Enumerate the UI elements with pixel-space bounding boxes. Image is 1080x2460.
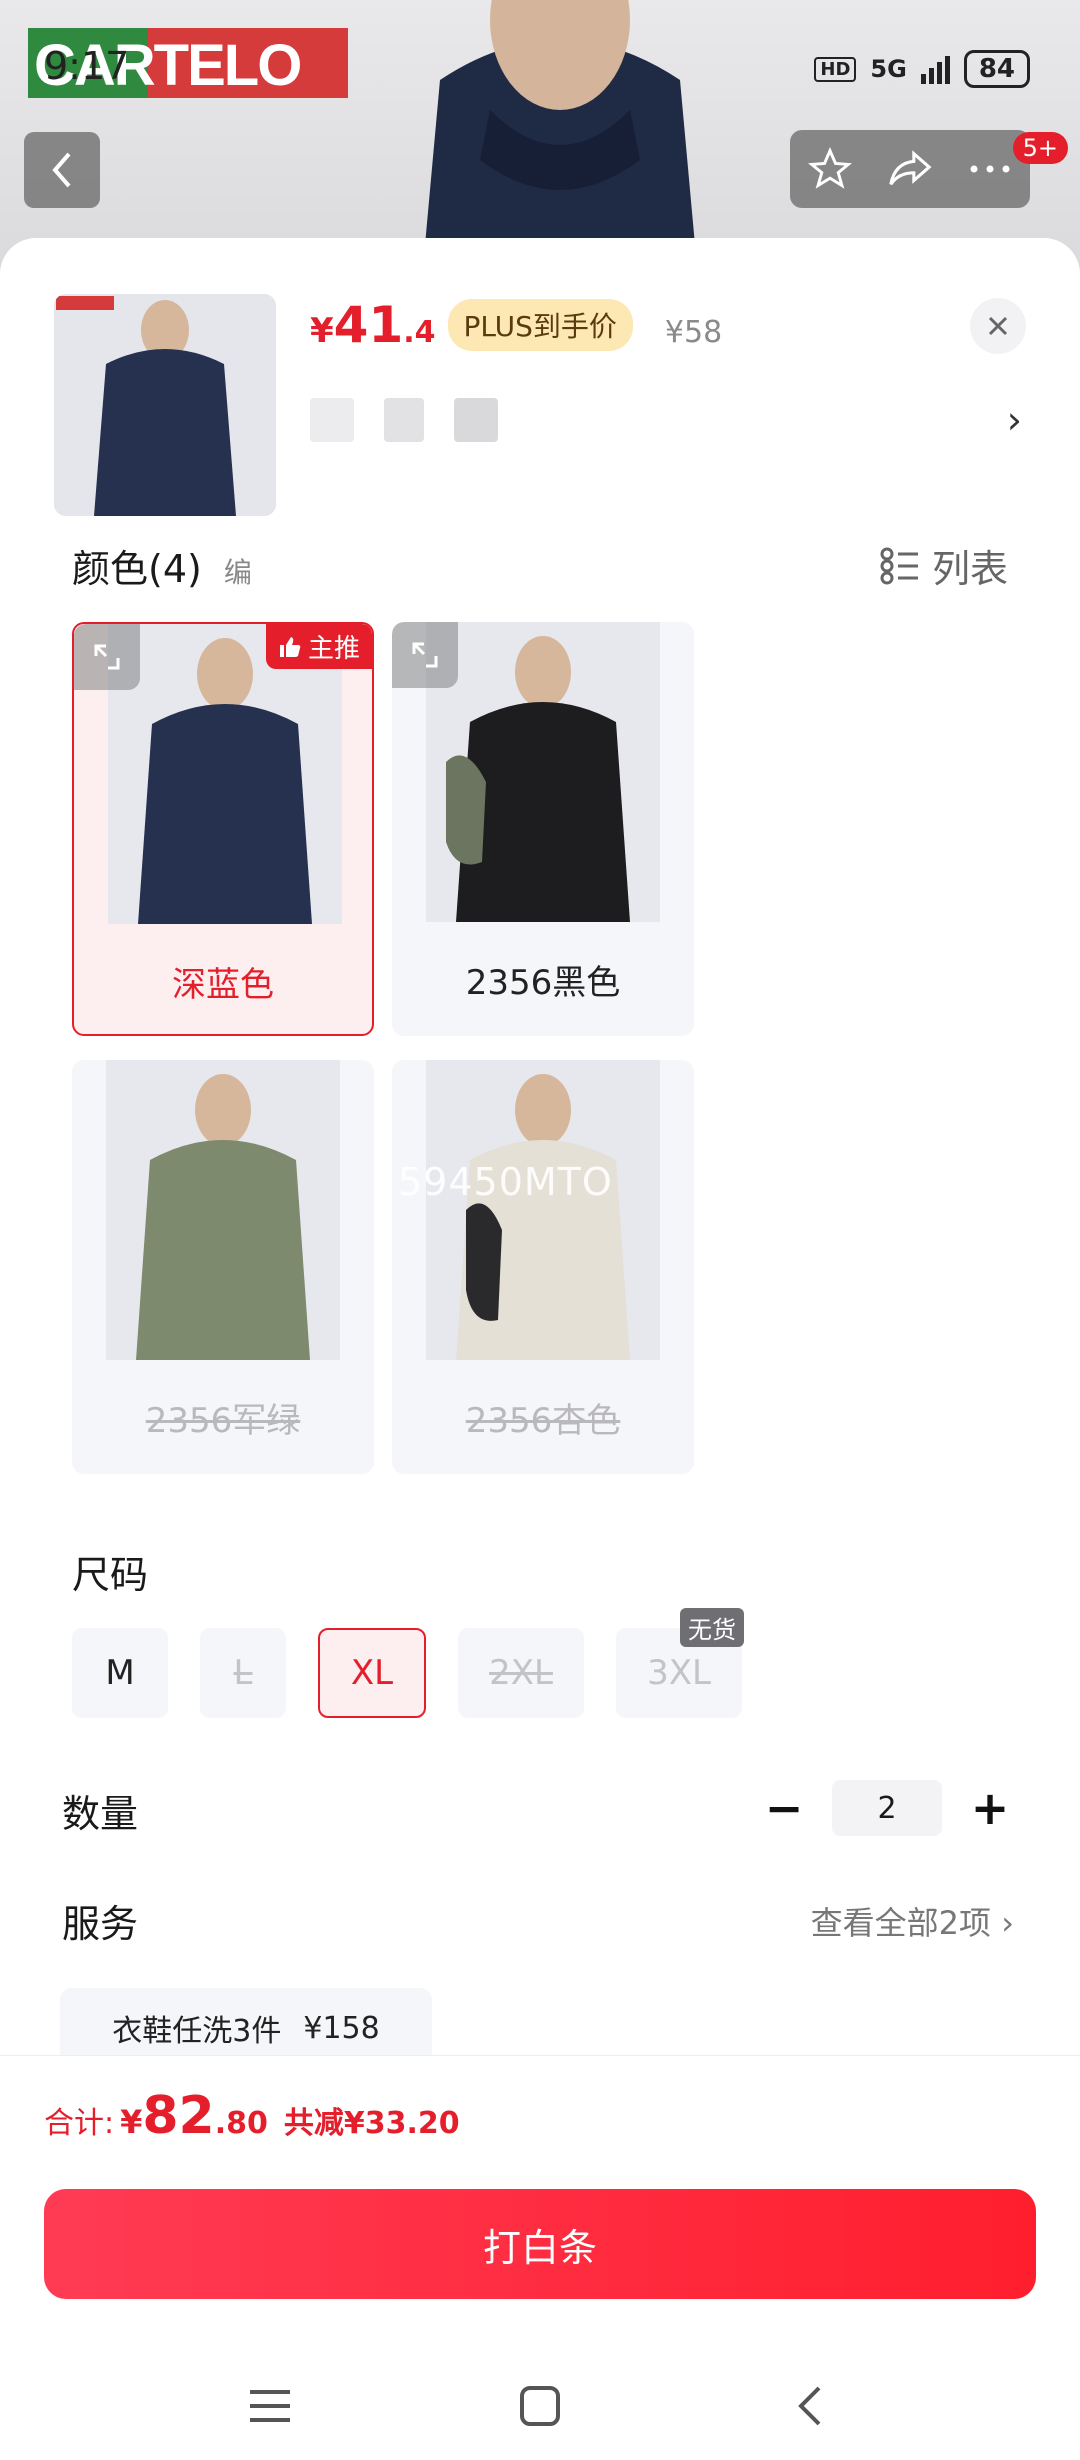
- service-chip-price: ¥158: [303, 2010, 380, 2046]
- list-view-toggle[interactable]: 列表: [880, 538, 1008, 593]
- star-icon[interactable]: [807, 147, 852, 191]
- size-option-m[interactable]: M: [72, 1628, 168, 1718]
- menu-icon[interactable]: [240, 2376, 300, 2436]
- color-option-army-green[interactable]: 2356军绿: [72, 1060, 374, 1474]
- quantity-stepper: − 2 +: [760, 1780, 1014, 1836]
- battery-icon: 84: [963, 50, 1030, 88]
- current-price: ¥41.4: [310, 296, 436, 354]
- saving-amount: 共减¥33.20: [283, 2106, 460, 2141]
- size-option-2xl[interactable]: 2XL: [458, 1628, 584, 1718]
- checkout-footer: 合计: ¥82.80 共减¥33.20 打白条: [0, 2055, 1080, 2460]
- chevron-left-icon: [52, 152, 71, 188]
- share-icon[interactable]: [887, 149, 933, 189]
- buy-button[interactable]: 打白条: [44, 2189, 1036, 2299]
- home-icon[interactable]: [510, 2376, 570, 2436]
- no-stock-tag: 无货: [680, 1608, 744, 1647]
- original-price: ¥58: [664, 315, 723, 350]
- color-label: 深蓝色: [172, 964, 274, 1005]
- color-option-apricot[interactable]: 2356杏色: [392, 1060, 694, 1474]
- plus-price-tag: PLUS到手价: [447, 299, 633, 351]
- quantity-value[interactable]: 2: [832, 1780, 942, 1836]
- color-label: 2356杏色: [465, 1400, 621, 1441]
- size-label: 3XL: [647, 1653, 711, 1693]
- more-icon[interactable]: [968, 163, 1012, 175]
- blurred-selection-text: [310, 398, 498, 442]
- size-section-title: 尺码: [72, 1553, 149, 1597]
- signal-icon: [920, 54, 950, 84]
- hd-icon: HD: [814, 56, 857, 82]
- status-icons: HD 5G 84: [814, 50, 1030, 88]
- color-option-navy[interactable]: 主推 深蓝色: [72, 622, 374, 1036]
- chevron-right-icon: ›: [1001, 1904, 1014, 1942]
- list-icon: [880, 547, 918, 584]
- color-image: [106, 1060, 340, 1360]
- thumbs-up-icon: [279, 636, 301, 657]
- back-nav-icon[interactable]: [780, 2376, 840, 2436]
- increase-button[interactable]: +: [966, 1781, 1014, 1835]
- top-action-bar: [790, 130, 1030, 208]
- color-image: [426, 1060, 660, 1360]
- size-option-3xl[interactable]: 3XL 无货: [616, 1608, 744, 1718]
- notification-badge: 5+: [1012, 132, 1068, 164]
- chevron-right-icon[interactable]: ›: [1007, 398, 1022, 442]
- service-label: 服务: [62, 1902, 139, 1946]
- overlay-code-watermark: 59450MTO: [398, 1160, 613, 1204]
- expand-icon[interactable]: [392, 622, 458, 688]
- quantity-label: 数量: [62, 1792, 139, 1836]
- status-time: 9:17: [44, 44, 130, 88]
- color-image: [108, 624, 342, 924]
- total-label: 合计:: [44, 2106, 115, 2141]
- system-nav-bar: [0, 2356, 1080, 2456]
- close-button[interactable]: [970, 298, 1026, 354]
- color-section-title: 颜色(4) 编: [72, 547, 252, 591]
- product-thumbnail[interactable]: [54, 294, 276, 516]
- recommended-tag: 主推: [265, 624, 372, 669]
- color-label: 2356军绿: [145, 1400, 301, 1441]
- size-option-l[interactable]: L: [200, 1628, 286, 1718]
- color-label: 2356黑色: [465, 962, 621, 1003]
- color-image: [426, 622, 660, 922]
- back-button[interactable]: [24, 132, 100, 208]
- edit-hint: 编: [223, 556, 252, 589]
- service-view-all[interactable]: 查看全部2项 ›: [811, 1898, 1014, 1944]
- service-chip-name: 衣鞋任洗3件: [112, 2014, 282, 2049]
- close-icon: [988, 316, 1008, 336]
- decrease-button[interactable]: −: [760, 1781, 808, 1835]
- network-label: 5G: [870, 55, 907, 83]
- color-option-black[interactable]: 2356黑色: [392, 622, 694, 1036]
- total-price: 合计: ¥82.80 共减¥33.20: [44, 2086, 460, 2146]
- price-row: ¥41.4 PLUS到手价 ¥58: [310, 296, 722, 354]
- size-option-xl[interactable]: XL: [318, 1628, 426, 1718]
- expand-icon[interactable]: [74, 624, 140, 690]
